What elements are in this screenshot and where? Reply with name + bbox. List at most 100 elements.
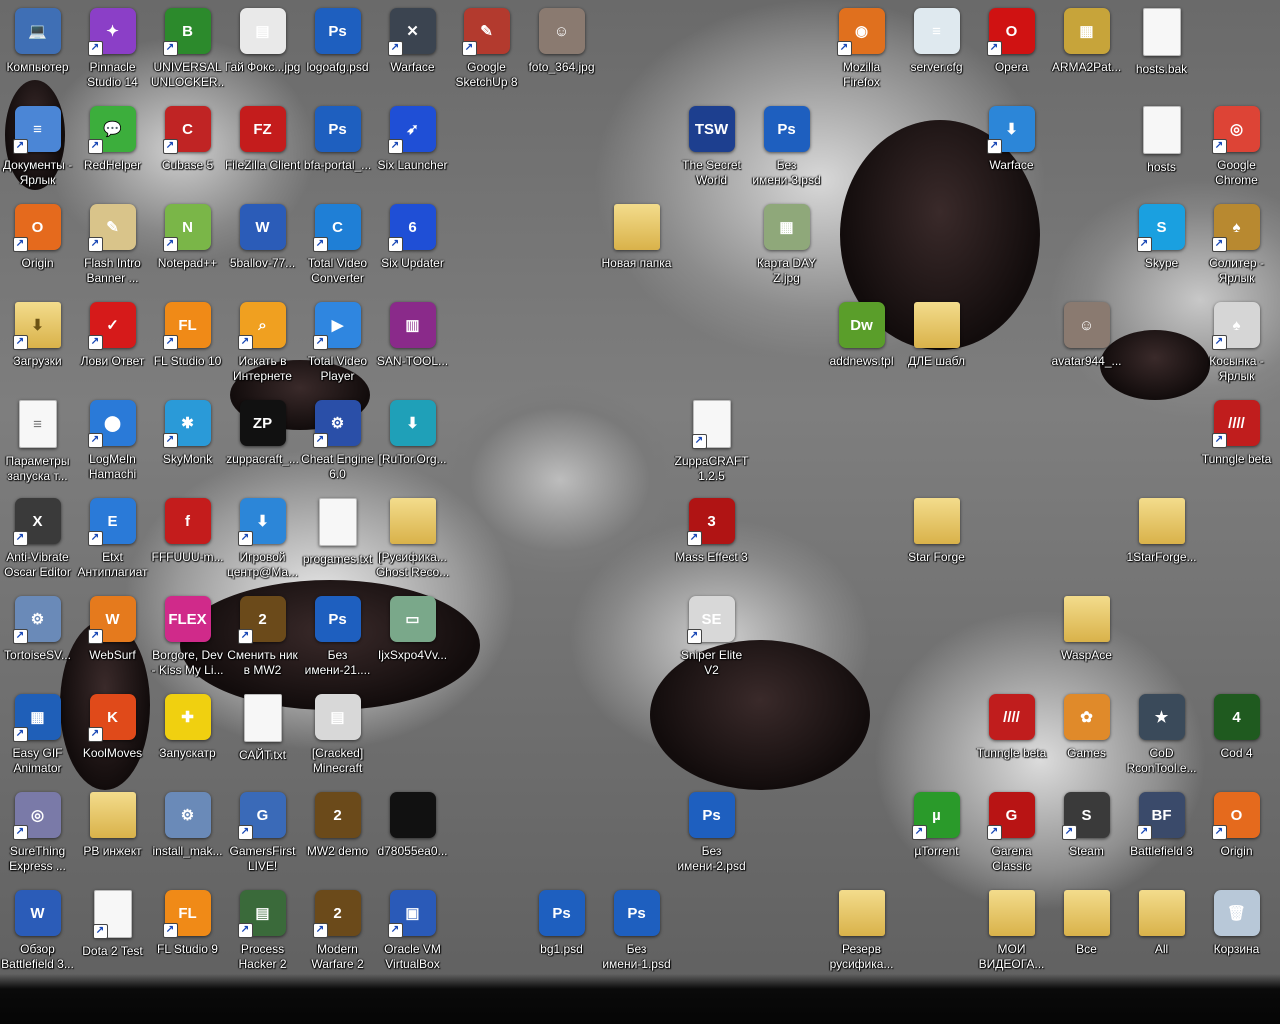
desktop-icon-google-chrome[interactable]: ◎ ↗ Google Chrome [1199, 100, 1274, 198]
desktop-icon-bg1-psd[interactable]: Ps bg1.psd [524, 884, 599, 982]
desktop-icon-foto-364-jpg[interactable]: ☺ foto_364.jpg [524, 2, 599, 100]
desktop-icon-easy-gif-animator[interactable]: ▦ ↗ Easy GIF Animator [0, 688, 75, 786]
desktop-icon-обзор-battlefield-3[interactable]: W Обзор Battlefield 3... [0, 884, 75, 982]
desktop-icon-без-имени-3-psd[interactable]: Ps Без имени-3.psd [749, 100, 824, 198]
desktop-icon-universal-unlocker[interactable]: B↗ UNIVERSAL UNLOCKER... [150, 2, 225, 100]
desktop-icon-battlefield-3[interactable]: BF ↗ Battlefield 3 [1124, 786, 1199, 884]
desktop-icon-steam[interactable]: S ↗ Steam [1049, 786, 1124, 884]
desktop-icon-новая-папка[interactable]: Новая папка [599, 198, 674, 296]
desktop-icon-bfa-portal[interactable]: Ps bfa-portal_... [300, 100, 375, 198]
desktop-icon-fl-studio-9[interactable]: FL ↗ FL Studio 9 [150, 884, 225, 982]
desktop-icon-warface[interactable]: ⬇ ↗ Warface [974, 100, 1049, 198]
desktop-icon-резерв-русифика[interactable]: Резерв русифика... [824, 884, 899, 982]
desktop-icon-карта-day-z-jpg[interactable]: ▦ Карта DAY Z.jpg [749, 198, 824, 296]
desktop-icon-d78055ea0[interactable]: d78055ea0... [375, 786, 450, 884]
desktop-icon-русифика-ghost-reco[interactable]: [Русифика... Ghost Reco... [375, 492, 450, 590]
desktop-icon-hosts-bak[interactable]: hosts.bak [1124, 2, 1199, 100]
desktop-icon-six-launcher[interactable]: ➶ ↗ Six Launcher [375, 100, 450, 198]
desktop-icon-pinnacle-studio-14[interactable]: ✦ ↗ Pinnacle Studio 14 [75, 2, 150, 100]
desktop-icon-корзина[interactable]: 🗑 Корзина [1199, 884, 1274, 982]
desktop-icon-5ballov-77[interactable]: W 5ballov-77... [225, 198, 300, 296]
desktop-icon-the-secret-world[interactable]: TSW The Secret World [674, 100, 749, 198]
desktop-icon-warface[interactable]: ✕ ↗ Warface [375, 2, 450, 100]
desktop-icon-opera[interactable]: O ↗ Opera [974, 2, 1049, 100]
desktop-icon-дле-шабл[interactable]: ДЛЕ шабл [899, 296, 974, 394]
desktop-icon-мои-видеога[interactable]: МОИ ВИДЕОГА... [974, 884, 1049, 982]
desktop-icon-загрузки[interactable]: ⬇ ↗ Загрузки [0, 296, 75, 394]
desktop-icon-torrent[interactable]: µ ↗ µTorrent [899, 786, 974, 884]
desktop-icon-zuppacraft[interactable]: ZP zuppacraft_... [225, 394, 300, 492]
desktop-icon-ijxsxpo4vv[interactable]: ▭ IjxSxpo4Vv... [375, 590, 450, 688]
desktop-icon-koolmoves[interactable]: K ↗ KoolMoves [75, 688, 150, 786]
desktop-icon-лови-ответ[interactable]: ✓ ↗ Лови Ответ [75, 296, 150, 394]
desktop-icon-waspace[interactable]: WaspAce [1049, 590, 1124, 688]
desktop-icon-skymonk[interactable]: ✱ ↗ SkyMonk [150, 394, 225, 492]
desktop-icon-документы-ярлык[interactable]: ≡ ↗ Документы - Ярлык [0, 100, 75, 198]
desktop-icon-star-forge[interactable]: Star Forge [899, 492, 974, 590]
desktop-icon-modern-warfare-2[interactable]: 2 ↗ Modern Warfare 2 [300, 884, 375, 982]
desktop-icon-arma2pat[interactable]: ▦ ARMA2Pat... [1049, 2, 1124, 100]
desktop-icon-hosts[interactable]: hosts [1124, 100, 1199, 198]
desktop-icon-сайт-txt[interactable]: САЙТ.txt [225, 688, 300, 786]
desktop-icon-skype[interactable]: S ↗ Skype [1124, 198, 1199, 296]
desktop-icon-garena-classic[interactable]: G ↗ Garena Classic [974, 786, 1049, 884]
desktop-icon-cracked-minecraft[interactable]: ▤ [Cracked] Minecraft [300, 688, 375, 786]
desktop-icon-logmein-hamachi[interactable]: ⬤ ↗ LogMeIn Hamachi [75, 394, 150, 492]
desktop-icon-total-video-player[interactable]: ▶ ↗ Total Video Player [300, 296, 375, 394]
desktop-icon-параметры-запуска-т[interactable]: ≡ Параметры запуска т... [0, 394, 75, 492]
desktop-icon-anti-vibrate-oscar-editor[interactable]: X ↗ Anti-Vibrate Oscar Editor [0, 492, 75, 590]
desktop-icon-tunngle-beta[interactable]: //// Tunngle beta [974, 688, 1049, 786]
desktop-icon-гай-фокс-jpg[interactable]: ▤ Гай Фокс...jpg [225, 2, 300, 100]
desktop-icon-1starforge[interactable]: 1StarForge... [1124, 492, 1199, 590]
desktop-icon-солитер-ярлык[interactable]: ♠ ↗ Солитер - Ярлык [1199, 198, 1274, 296]
desktop-icon-fl-studio-10[interactable]: FL ↗ FL Studio 10 [150, 296, 225, 394]
desktop-icon-tortoisesv[interactable]: ⚙ ↗ TortoiseSV... [0, 590, 75, 688]
desktop-icon-avatar944[interactable]: ☺ avatar944_... [1049, 296, 1124, 394]
desktop-icon-fffuuu-m[interactable]: f FFFUUU-m... [150, 492, 225, 590]
desktop-icon-websurf[interactable]: W ↗ WebSurf [75, 590, 150, 688]
desktop-icon-logoafg-psd[interactable]: Ps logoafg.psd [300, 2, 375, 100]
desktop-icon-все[interactable]: Все [1049, 884, 1124, 982]
desktop-icon-mozilla-firefox[interactable]: ◉ ↗ Mozilla Firefox [824, 2, 899, 100]
desktop-icon-cheat-engine-6-0[interactable]: ⚙ ↗ Cheat Engine 6.0 [300, 394, 375, 492]
desktop-icon-без-имени-21[interactable]: Ps Без имени-21.... [300, 590, 375, 688]
desktop-icon-surething-express[interactable]: ◎ ↗ SureThing Express ... [0, 786, 75, 884]
desktop-icon-косынка-ярлык[interactable]: ♠ ↗ Косынка - Ярлык [1199, 296, 1274, 394]
desktop-icon-игровой-центр-ma[interactable]: ⬇ ↗ Игровой центр@Ma... [225, 492, 300, 590]
desktop-icon-redhelper[interactable]: 💬 ↗ RedHelper [75, 100, 150, 198]
desktop-icon-компьютер[interactable]: 💻 Компьютер [0, 2, 75, 100]
desktop-icon-mass-effect-3[interactable]: 3 ↗ Mass Effect 3 [674, 492, 749, 590]
desktop-icon-pb-инжект[interactable]: PB инжект [75, 786, 150, 884]
desktop-icon-install-mak[interactable]: ⚙ install_mak... [150, 786, 225, 884]
desktop-icon-mw2-demo[interactable]: 2 MW2 demo [300, 786, 375, 884]
desktop-icon-сменить-ник-в-mw2[interactable]: 2 ↗ Сменить ник в MW2 [225, 590, 300, 688]
desktop-icon-progames-txt[interactable]: progames.txt [300, 492, 375, 590]
desktop-icon-total-video-converter[interactable]: C ↗ Total Video Converter [300, 198, 375, 296]
desktop-icon-six-updater[interactable]: 6 ↗ Six Updater [375, 198, 450, 296]
desktop-icon-cubase-5[interactable]: C ↗ Cubase 5 [150, 100, 225, 198]
desktop-icon-etxt-антиплагиат[interactable]: E ↗ Etxt Антиплагиат [75, 492, 150, 590]
desktop-icon-filezilla-client[interactable]: FZ FileZilla Client [225, 100, 300, 198]
desktop-icon-games[interactable]: ✿ Games [1049, 688, 1124, 786]
desktop-icon-notepad[interactable]: N ↗ Notepad++ [150, 198, 225, 296]
desktop-icon-gamersfirst-live[interactable]: G ↗ GamersFirst LIVE! [225, 786, 300, 884]
desktop-icon-san-tool[interactable]: ▥ SAN-TOOL... [375, 296, 450, 394]
desktop-icon-cod-4[interactable]: 4 Cod 4 [1199, 688, 1274, 786]
desktop-icon-google-sketchup-8[interactable]: ✎ ↗ Google SketchUp 8 [449, 2, 524, 100]
desktop-icon-borgore-dev-kiss-my-li[interactable]: FLEX Borgore, Dev - Kiss My Li... [150, 590, 225, 688]
desktop-icon-без-имени-1-psd[interactable]: Ps Без имени-1.psd [599, 884, 674, 982]
desktop-icon-rutor-org[interactable]: ⬇ [RuTor.Org... [375, 394, 450, 492]
desktop-icon-cod-rcontool-e[interactable]: ★ CoD RconTool.e... [1124, 688, 1199, 786]
desktop-icon-process-hacker-2[interactable]: ▤ ↗ Process Hacker 2 [225, 884, 300, 982]
desktop-icon-sniper-elite-v2[interactable]: SE ↗ Sniper Elite V2 [674, 590, 749, 688]
desktop-icon-dota-2-test[interactable]: ↗ Dota 2 Test [75, 884, 150, 982]
desktop-icon-origin[interactable]: O ↗ Origin [0, 198, 75, 296]
desktop-icon-запускатр[interactable]: ✚ Запускатр [150, 688, 225, 786]
desktop-icon-tunngle-beta[interactable]: ////↗ Tunngle beta [1199, 394, 1274, 492]
desktop-icon-all[interactable]: All [1124, 884, 1199, 982]
desktop-icon-flash-intro-banner[interactable]: ✎ ↗ Flash Intro Banner ... [75, 198, 150, 296]
desktop-icon-искать-в-интернете[interactable]: ⌕ ↗ Искать в Интернете [225, 296, 300, 394]
desktop-icon-origin[interactable]: O ↗ Origin [1199, 786, 1274, 884]
desktop-icon-oracle-vm-virtualbox[interactable]: ▣ ↗ Oracle VM VirtualBox [375, 884, 450, 982]
desktop-icon-zuppacraft-1-2-5[interactable]: ↗ ZuppaCRAFT 1.2.5 [674, 394, 749, 492]
